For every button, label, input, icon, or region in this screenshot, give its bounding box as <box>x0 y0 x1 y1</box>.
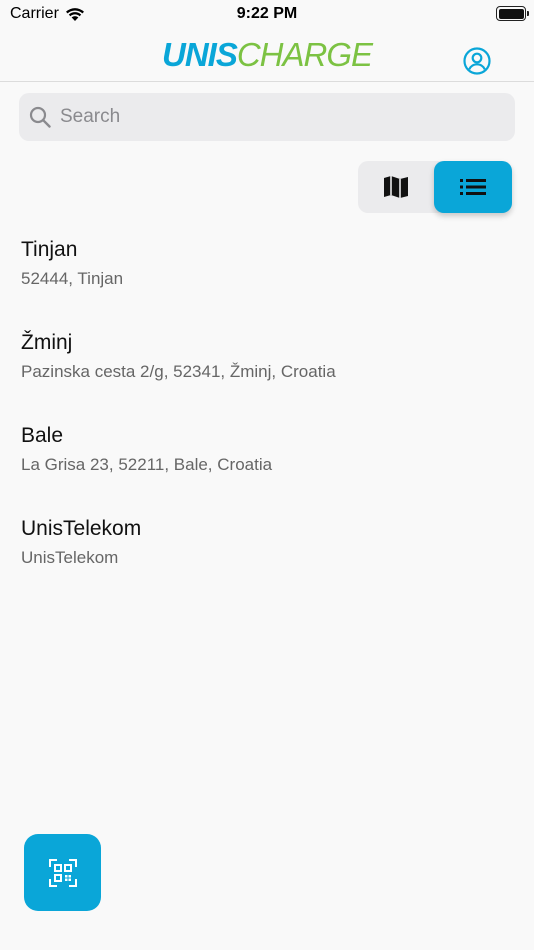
qr-scan-icon <box>48 858 77 887</box>
map-view-button[interactable] <box>358 161 434 213</box>
list-item[interactable]: UnisTelekom UnisTelekom <box>21 516 511 609</box>
app-logo: UNISCHARGE <box>0 36 534 74</box>
qr-scan-button[interactable] <box>24 834 101 911</box>
location-address: 52444, Tinjan <box>21 269 124 288</box>
search-icon <box>29 106 51 128</box>
location-address: La Grisa 23, 52211, Bale, Croatia <box>21 455 273 474</box>
logo-part-charge: CHARGE <box>236 36 373 73</box>
location-name: Žminj <box>21 331 73 354</box>
view-toggle <box>358 161 512 213</box>
battery-icon <box>496 6 529 21</box>
search-bar[interactable] <box>19 93 515 141</box>
list-item[interactable]: Žminj Pazinska cesta 2/g, 52341, Žminj, … <box>21 330 511 423</box>
status-bar: Carrier 9:22 PM <box>0 0 534 30</box>
location-name: Tinjan <box>21 238 78 261</box>
location-name: Bale <box>21 424 64 447</box>
app-header: UNISCHARGE <box>0 30 534 82</box>
list-view-button[interactable] <box>434 161 512 213</box>
list-icon <box>460 179 486 195</box>
location-address: Pazinska cesta 2/g, 52341, Žminj, Croati… <box>21 362 336 381</box>
location-name: UnisTelekom <box>21 517 142 540</box>
status-time: 9:22 PM <box>236 5 298 22</box>
search-input[interactable] <box>60 106 480 128</box>
list-item[interactable]: Tinjan 52444, Tinjan <box>21 237 511 330</box>
logo-part-unis: UNIS <box>161 36 238 73</box>
map-icon <box>384 176 408 198</box>
location-list: Tinjan 52444, Tinjan Žminj Pazinska cest… <box>21 237 511 609</box>
location-address: UnisTelekom <box>21 548 119 567</box>
list-item[interactable]: Bale La Grisa 23, 52211, Bale, Croatia <box>21 423 511 516</box>
user-circle-icon[interactable] <box>463 47 491 75</box>
